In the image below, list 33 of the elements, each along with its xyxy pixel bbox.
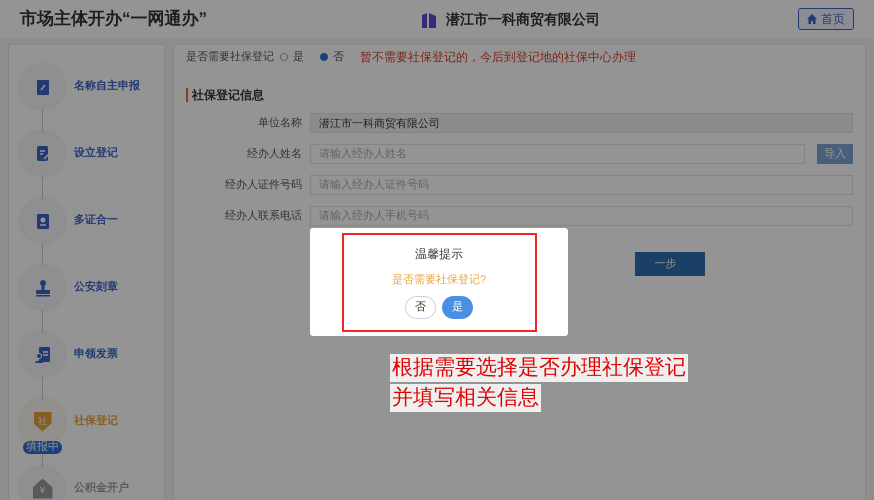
company-name: 潜江市一科商贸有限公司 <box>446 10 600 29</box>
field-label: 经办人姓名 <box>246 146 302 162</box>
home-icon <box>807 14 817 24</box>
step-label[interactable]: 多证合一 <box>74 212 118 229</box>
step-label[interactable]: 设立登记 <box>74 145 118 162</box>
radio-option[interactable]: 否 <box>320 48 344 66</box>
field-label: 单位名称 <box>257 116 302 131</box>
step-label[interactable]: 名称自主申报 <box>74 78 140 95</box>
next-button[interactable]: 一步 <box>634 252 704 276</box>
import-button[interactable]: 导入 <box>817 144 853 164</box>
question-label: 是否需要社保登记 <box>186 50 274 65</box>
field-label: 经办人联系电话 <box>224 208 302 224</box>
dialog-message: 是否需要社保登记? <box>392 272 486 288</box>
notice-text: 暂不需要社保登记的，今后到登记地的社保中心办理 <box>360 49 636 66</box>
annotation-text: 根据需要选择是否办理社保登记 <box>390 354 688 382</box>
app-title: 市场主体开办“一网通办” <box>20 8 207 30</box>
status-badge: 填报中 <box>23 441 62 454</box>
home-button[interactable]: 首页 <box>798 8 854 30</box>
invoice-icon <box>32 344 52 364</box>
building-icon <box>420 10 438 28</box>
section-title: 社保登记信息 <box>192 87 264 104</box>
step-label[interactable]: 社保登记 <box>74 413 118 430</box>
shield-icon: 社 <box>34 412 52 432</box>
step-label[interactable]: 申领发票 <box>74 346 118 363</box>
dialog-button[interactable]: 否 <box>405 296 436 319</box>
house-icon: ¥ <box>32 478 52 498</box>
field-label: 经办人证件号码 <box>224 178 302 193</box>
dialog-title: 温馨提示 <box>415 246 463 262</box>
dialog-button[interactable]: 是 <box>442 296 473 319</box>
input-field[interactable]: 潜江市一科商贸有限公司 <box>310 113 853 133</box>
annotation-text: 并填写相关信息 <box>390 384 541 412</box>
step-label[interactable]: 公安刻章 <box>74 279 118 296</box>
radio-option[interactable]: 是 <box>280 48 304 66</box>
